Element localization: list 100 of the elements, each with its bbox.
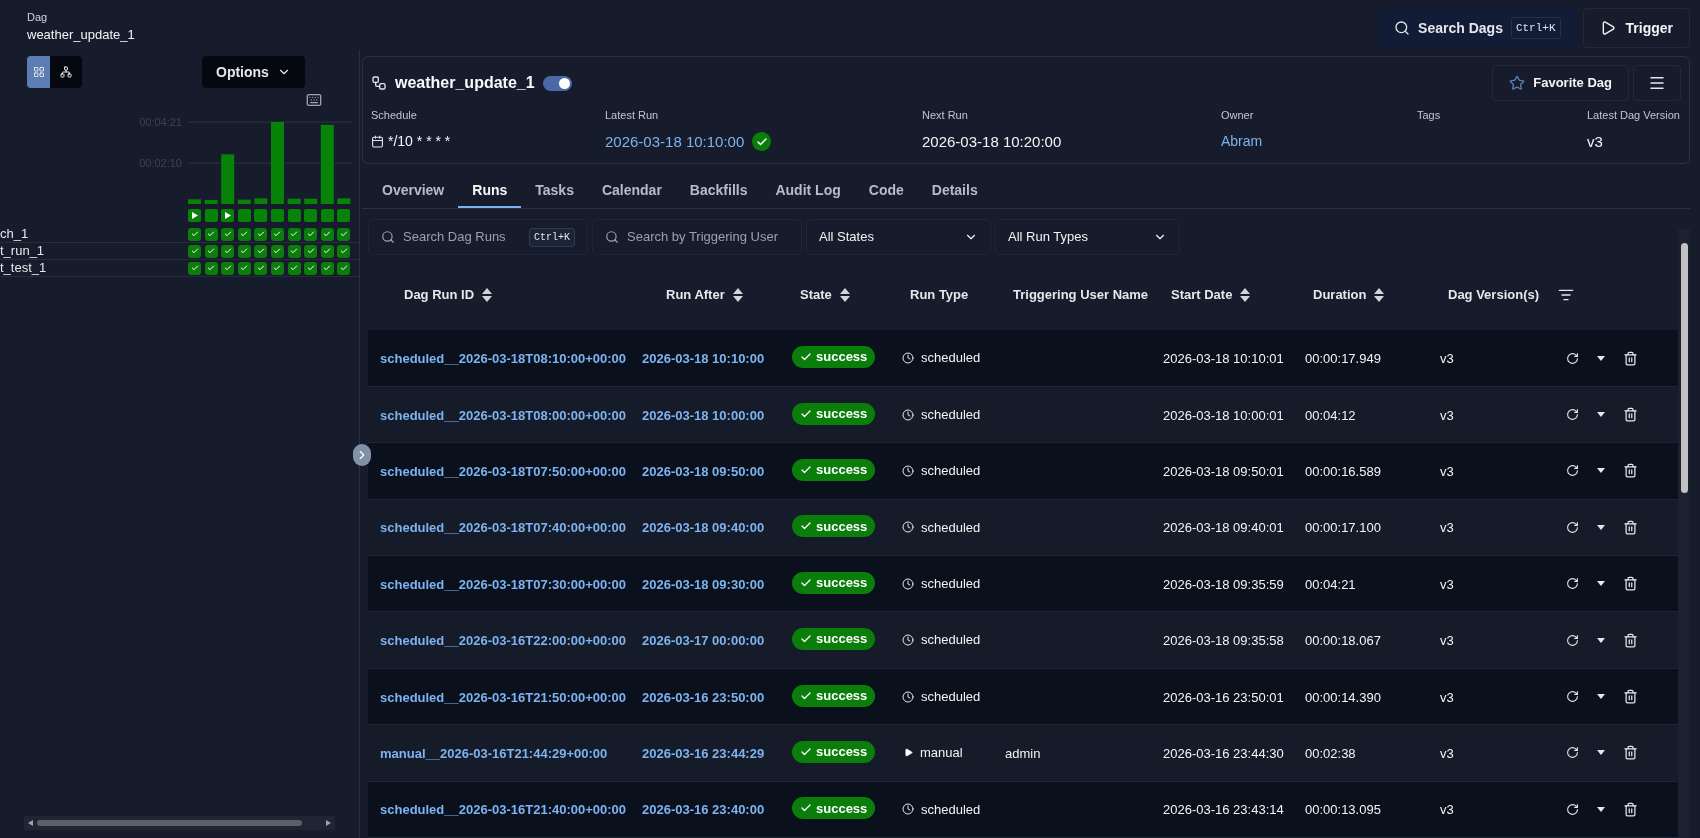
latest-run-link[interactable]: 2026-03-18 10:10:00 bbox=[605, 130, 745, 153]
task-instance-cell[interactable] bbox=[337, 244, 351, 258]
run-id-link[interactable]: scheduled__2026-03-18T08:00:00+00:00 bbox=[380, 407, 627, 423]
task-instance-cell[interactable] bbox=[188, 227, 201, 241]
caret-icon[interactable] bbox=[1597, 524, 1605, 530]
search-dags-button[interactable]: Search Dags Ctrl+K bbox=[1378, 9, 1577, 47]
sort-icon[interactable] bbox=[1374, 287, 1385, 302]
menu-button[interactable] bbox=[1633, 65, 1681, 101]
duration-bar[interactable] bbox=[204, 199, 218, 204]
vertical-scrollbar[interactable] bbox=[1678, 229, 1690, 838]
task-instance-cell[interactable] bbox=[221, 244, 235, 258]
duration-bar[interactable] bbox=[320, 124, 334, 204]
tab[interactable]: Tasks bbox=[521, 174, 588, 208]
trigger-button[interactable]: Trigger bbox=[1582, 8, 1690, 48]
run-id-link[interactable]: manual__2026-03-16T21:44:29+00:00 bbox=[380, 745, 608, 761]
tab[interactable]: Calendar bbox=[587, 174, 676, 208]
task-instance-cell[interactable] bbox=[254, 227, 268, 241]
state-select[interactable]: All States bbox=[806, 219, 991, 255]
task-instance-cell[interactable] bbox=[287, 261, 301, 275]
delete-icon[interactable] bbox=[1623, 350, 1638, 366]
delete-icon[interactable] bbox=[1623, 576, 1638, 592]
delete-icon[interactable] bbox=[1623, 745, 1638, 761]
favorite-dag-button[interactable]: Favorite Dag bbox=[1492, 65, 1629, 101]
clear-run-icon[interactable] bbox=[1566, 633, 1579, 647]
run-after-link[interactable]: 2026-03-18 09:50:00 bbox=[642, 463, 765, 479]
delete-icon[interactable] bbox=[1623, 519, 1638, 535]
run-marker[interactable] bbox=[270, 209, 284, 222]
owner-link[interactable]: Abram bbox=[1221, 130, 1417, 152]
run-id-link[interactable]: scheduled__2026-03-18T07:50:00+00:00 bbox=[380, 463, 627, 479]
run-after-link[interactable]: 2026-03-16 23:40:00 bbox=[642, 802, 765, 818]
task-instance-cell[interactable] bbox=[270, 227, 284, 241]
task-instance-cell[interactable] bbox=[254, 244, 268, 258]
options-button[interactable]: Options bbox=[202, 56, 305, 88]
task-instance-cell[interactable] bbox=[188, 244, 201, 258]
task-instance-cell[interactable] bbox=[320, 261, 334, 275]
run-marker[interactable] bbox=[304, 209, 318, 222]
search-user-input[interactable]: Search by Triggering User bbox=[627, 227, 789, 247]
graph-view-button[interactable] bbox=[50, 56, 82, 88]
delete-icon[interactable] bbox=[1623, 407, 1638, 423]
task-instance-cell[interactable] bbox=[337, 227, 351, 241]
column-header[interactable]: Duration bbox=[1313, 285, 1385, 305]
clear-run-icon[interactable] bbox=[1566, 351, 1579, 365]
run-id-link[interactable]: scheduled__2026-03-16T21:40:00+00:00 bbox=[380, 802, 627, 818]
run-id-link[interactable]: scheduled__2026-03-18T08:10:00+00:00 bbox=[380, 351, 627, 367]
delete-icon[interactable] bbox=[1623, 632, 1638, 648]
task-instance-cell[interactable] bbox=[221, 261, 235, 275]
task-name[interactable]: t_test_1 bbox=[0, 258, 188, 278]
duration-bar[interactable] bbox=[221, 154, 235, 204]
task-instance-cell[interactable] bbox=[204, 244, 218, 258]
caret-icon[interactable] bbox=[1597, 806, 1605, 812]
caret-icon[interactable] bbox=[1597, 412, 1605, 418]
run-after-link[interactable]: 2026-03-16 23:44:29 bbox=[642, 745, 765, 761]
task-instance-cell[interactable] bbox=[254, 261, 268, 275]
tab[interactable]: Code bbox=[854, 174, 918, 208]
sort-icon[interactable] bbox=[732, 287, 743, 302]
caret-icon[interactable] bbox=[1597, 355, 1605, 361]
run-after-link[interactable]: 2026-03-18 10:10:00 bbox=[642, 351, 765, 367]
clear-run-icon[interactable] bbox=[1566, 464, 1579, 478]
sort-icon[interactable] bbox=[1240, 287, 1251, 302]
task-instance-cell[interactable] bbox=[320, 244, 334, 258]
task-instance-cell[interactable] bbox=[270, 244, 284, 258]
run-id-link[interactable]: scheduled__2026-03-18T07:40:00+00:00 bbox=[380, 520, 627, 536]
task-instance-cell[interactable] bbox=[237, 227, 251, 241]
column-header[interactable]: Triggering User Name bbox=[1013, 285, 1149, 305]
run-marker[interactable] bbox=[221, 209, 235, 222]
search-runs-input[interactable]: Search Dag Runs bbox=[403, 227, 521, 247]
run-type-select[interactable]: All Run Types bbox=[995, 219, 1180, 255]
run-marker[interactable] bbox=[320, 209, 334, 222]
run-marker[interactable] bbox=[254, 209, 268, 222]
run-after-link[interactable]: 2026-03-18 10:00:00 bbox=[642, 407, 765, 423]
caret-icon[interactable] bbox=[1597, 637, 1605, 643]
task-instance-cell[interactable] bbox=[237, 261, 251, 275]
run-marker[interactable] bbox=[188, 209, 201, 222]
task-instance-cell[interactable] bbox=[304, 227, 318, 241]
task-instance-cell[interactable] bbox=[287, 244, 301, 258]
caret-icon[interactable] bbox=[1597, 581, 1605, 587]
column-header[interactable]: Start Date bbox=[1171, 285, 1251, 305]
expand-panel-button[interactable] bbox=[353, 444, 371, 466]
task-instance-cell[interactable] bbox=[204, 227, 218, 241]
clear-run-icon[interactable] bbox=[1566, 746, 1579, 760]
task-name[interactable]: ch_1 bbox=[0, 224, 188, 244]
run-id-link[interactable]: scheduled__2026-03-16T22:00:00+00:00 bbox=[380, 633, 627, 649]
column-header[interactable]: Dag Version(s) bbox=[1448, 285, 1540, 305]
scroll-left-icon[interactable] bbox=[28, 820, 33, 826]
clear-run-icon[interactable] bbox=[1566, 577, 1579, 591]
run-marker[interactable] bbox=[204, 209, 218, 222]
clear-run-icon[interactable] bbox=[1566, 690, 1579, 703]
tab[interactable]: Runs bbox=[458, 174, 522, 208]
column-header[interactable]: Dag Run ID bbox=[404, 285, 493, 305]
tab[interactable]: Overview bbox=[368, 174, 459, 208]
duration-bar[interactable] bbox=[237, 199, 251, 204]
run-marker[interactable] bbox=[337, 209, 351, 222]
scroll-right-icon[interactable] bbox=[326, 820, 331, 826]
clear-run-icon[interactable] bbox=[1566, 408, 1579, 422]
column-header[interactable]: Run Type bbox=[910, 285, 969, 305]
grid-view-button[interactable] bbox=[27, 56, 50, 88]
sort-icon[interactable] bbox=[482, 287, 493, 302]
tab[interactable]: Details bbox=[917, 174, 992, 208]
task-instance-cell[interactable] bbox=[221, 227, 235, 241]
task-name[interactable]: t_run_1 bbox=[0, 241, 188, 261]
